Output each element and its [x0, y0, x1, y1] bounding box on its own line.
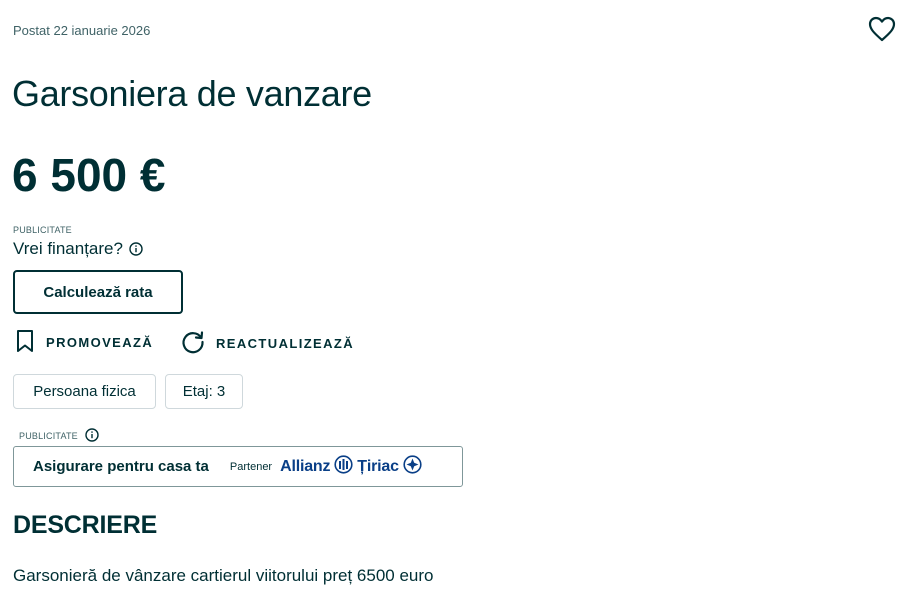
ad-label-insurance: PUBLICITATE — [19, 431, 78, 441]
bookmark-icon — [14, 329, 36, 356]
info-icon[interactable] — [129, 242, 144, 257]
tag-floor: Etaj: 3 — [165, 374, 243, 409]
insurance-banner[interactable]: Asigurare pentru casa ta Partener Allian… — [13, 446, 463, 487]
listing-page: Postat 22 ianuarie 2026 Garsoniera de va… — [0, 0, 900, 612]
heart-icon — [868, 16, 896, 47]
partner-label: Partener — [229, 460, 273, 473]
ad-label-insurance-row: PUBLICITATE — [19, 428, 99, 444]
partner-logo: Allianz Țiriac — [280, 454, 422, 479]
listing-price: 6 500 € — [12, 149, 166, 201]
favorite-button[interactable] — [866, 16, 898, 46]
description-text: Garsonieră de vânzare cartierul viitorul… — [13, 566, 434, 585]
partner-brand-word1: Allianz — [280, 457, 331, 475]
posted-date: Postat 22 ianuarie 2026 — [13, 23, 151, 38]
ad-label-financing: PUBLICITATE — [13, 225, 72, 235]
refresh-button[interactable]: REACTUALIZEAZĂ — [180, 329, 354, 358]
description-heading: DESCRIERE — [13, 511, 158, 539]
refresh-icon — [180, 329, 206, 358]
info-icon[interactable] — [85, 428, 99, 444]
refresh-label: REACTUALIZEAZĂ — [216, 336, 355, 351]
financing-question-row: Vrei finanțare? — [13, 239, 144, 259]
financing-question: Vrei finanțare? — [13, 239, 123, 258]
promote-button[interactable]: PROMOVEAZĂ — [14, 329, 153, 356]
tiriac-emblem-icon — [403, 454, 422, 479]
listing-title: Garsoniera de vanzare — [12, 73, 372, 114]
partner-brand-word2: Țiriac — [357, 457, 399, 475]
allianz-eagle-icon — [334, 454, 353, 479]
calculate-rate-button[interactable]: Calculează rata — [13, 270, 183, 314]
insurance-text: Asigurare pentru casa ta — [33, 458, 209, 475]
promote-label: PROMOVEAZĂ — [46, 335, 154, 350]
tag-seller-type: Persoana fizica — [13, 374, 156, 409]
